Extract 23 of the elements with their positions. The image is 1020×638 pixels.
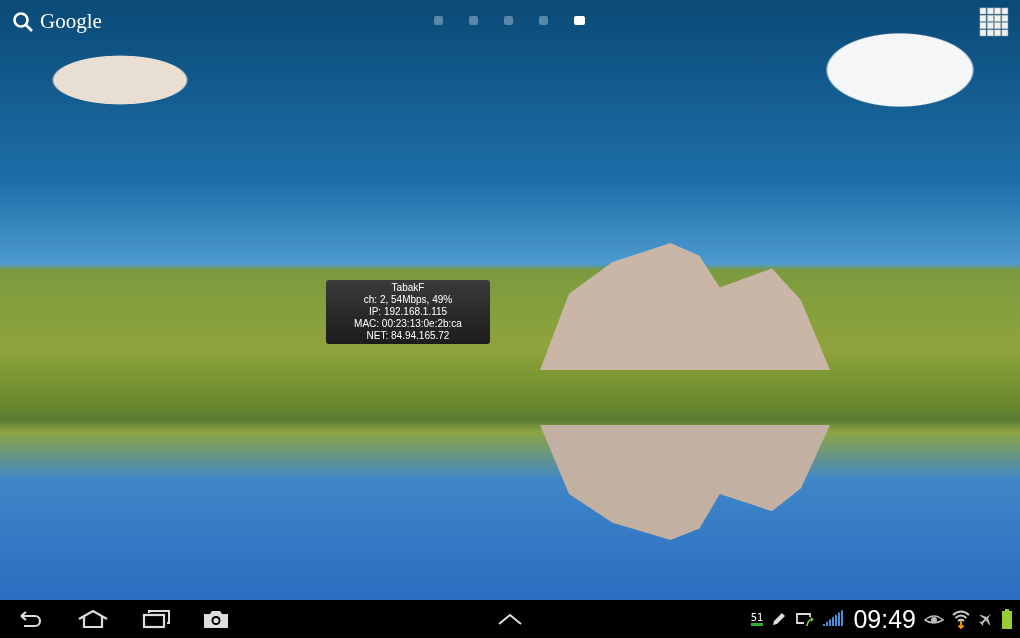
camera-button[interactable] — [203, 609, 229, 629]
google-search-label[interactable]: Google — [40, 9, 102, 34]
screen-share-icon[interactable] — [795, 611, 816, 627]
wifi-info-widget[interactable]: TabakF ch: 2, 54Mbps, 49% IP: 192.168.1.115 MAC: 00:23:13:0e:2b:ca NET: 84.94.165.72 — [326, 280, 490, 344]
back-button[interactable] — [18, 609, 44, 629]
caret-icon[interactable] — [496, 613, 523, 625]
pencil-icon[interactable] — [771, 611, 788, 627]
recent-apps-button[interactable] — [142, 609, 170, 629]
notification-label[interactable]: 51 — [750, 612, 764, 626]
signal-icon — [823, 610, 846, 628]
home-button[interactable] — [77, 609, 109, 629]
battery-icon — [1002, 609, 1012, 629]
search-icon[interactable] — [12, 10, 34, 33]
eye-icon — [924, 612, 944, 626]
wifi-info-line: IP: 192.168.1.115 — [368, 306, 448, 318]
app-grid-icon[interactable] — [979, 7, 1009, 37]
wifi-info-line: TabakF — [391, 282, 425, 294]
wifi-info-line: NET: 84.94.165.72 — [366, 330, 450, 342]
airplane-icon — [978, 611, 994, 627]
wifi-icon — [952, 609, 970, 629]
wifi-info-line: MAC: 00:23:13:0e:2b:ca — [354, 318, 462, 330]
wifi-info-line: ch: 2, 54Mbps, 49% — [363, 294, 453, 306]
clock: 09:49 — [853, 604, 916, 634]
